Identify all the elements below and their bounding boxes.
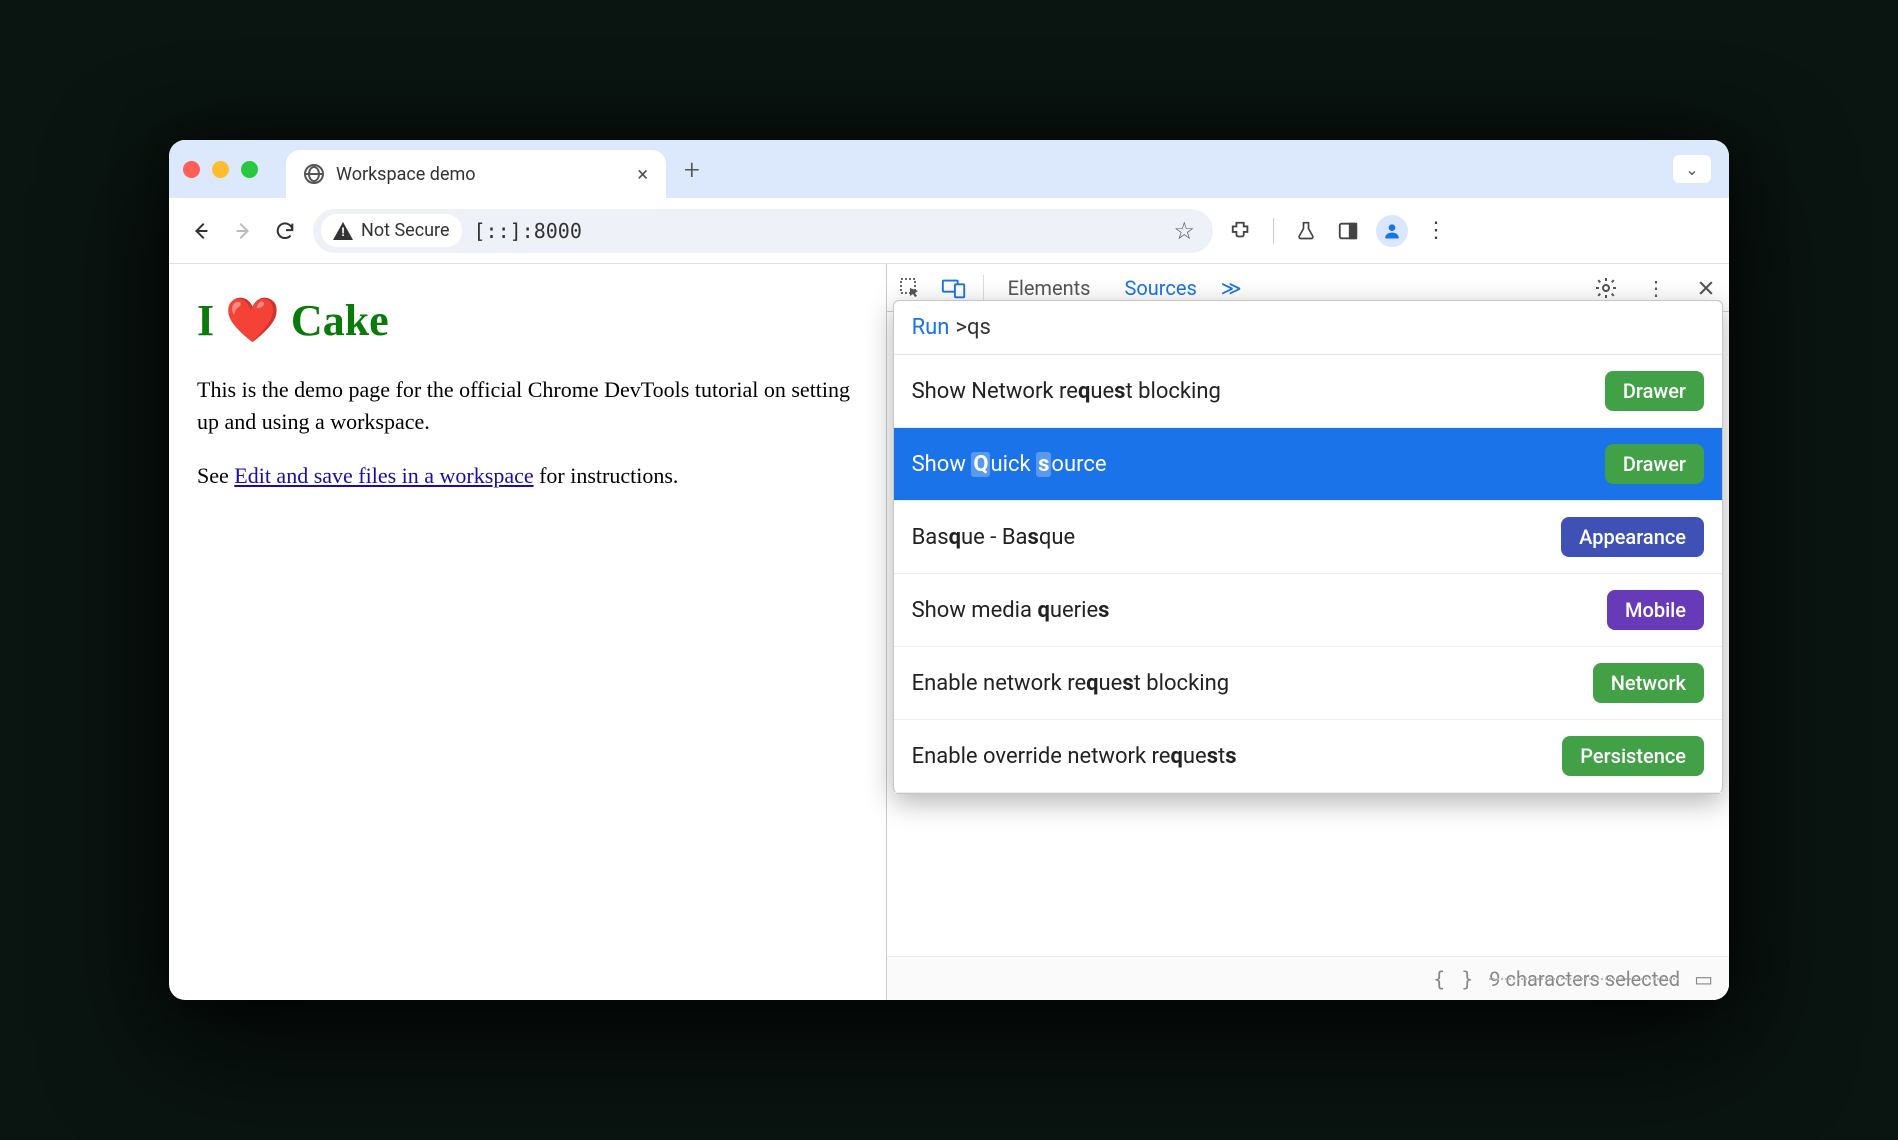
gear-icon[interactable] [1591, 273, 1621, 303]
heart-icon: ❤️ [225, 296, 280, 345]
browser-tab[interactable]: Workspace demo × [286, 150, 666, 198]
bookmark-star-icon[interactable]: ☆ [1173, 217, 1195, 245]
security-chip[interactable]: Not Secure [321, 214, 462, 247]
titlebar: Workspace demo × + ⌄ [169, 140, 1729, 198]
close-window-button[interactable] [183, 161, 200, 178]
command-item-badge: Drawer [1605, 371, 1704, 411]
globe-icon [304, 164, 324, 184]
command-menu: Run >qs Show Network request blockingDra… [893, 300, 1723, 794]
page-heading: I ❤️ Cake [197, 294, 858, 346]
address-bar: Not Secure [::]:8000 ☆ ⋮ [169, 198, 1729, 264]
command-item-label: Show Network request blocking [912, 379, 1605, 404]
page-paragraph: See Edit and save files in a workspace f… [197, 460, 858, 492]
chevron-down-icon: ⌄ [1685, 160, 1698, 179]
selection-icon: { } [1433, 967, 1475, 991]
command-item-badge: Drawer [1605, 444, 1704, 484]
command-input-row[interactable]: Run >qs [894, 301, 1722, 355]
command-item[interactable]: Enable override network requestsPersiste… [894, 720, 1722, 793]
workspace-link[interactable]: Edit and save files in a workspace [234, 463, 533, 488]
inspect-icon[interactable] [895, 273, 925, 303]
minimize-window-button[interactable] [212, 161, 229, 178]
heading-suffix: Cake [280, 296, 389, 345]
selection-status: 9 characters selected [1489, 967, 1680, 991]
labs-icon[interactable] [1292, 217, 1320, 245]
devtools-menu-icon[interactable]: ⋮ [1641, 273, 1671, 303]
close-tab-button[interactable]: × [637, 162, 648, 186]
command-item-label: Show Quick source [912, 452, 1605, 477]
forward-button[interactable] [229, 220, 257, 242]
command-item-label: Show media queries [912, 598, 1607, 623]
command-item-label: Basque - Basque [912, 525, 1562, 550]
command-item[interactable]: Show Network request blockingDrawer [894, 355, 1722, 428]
close-devtools-button[interactable] [1691, 273, 1721, 303]
command-item-badge: Persistence [1562, 736, 1704, 776]
reload-button[interactable] [271, 220, 299, 242]
divider [1273, 218, 1274, 244]
command-item-label: Enable network request blocking [912, 671, 1593, 696]
side-panel-icon[interactable] [1334, 217, 1362, 245]
content-area: I ❤️ Cake This is the demo page for the … [169, 264, 1729, 1000]
more-tabs-button[interactable]: ≫ [1221, 276, 1242, 300]
devtools-panel: Elements Sources ≫ ⋮ Run >qs [887, 264, 1729, 1000]
url-text: [::]:8000 [474, 219, 582, 243]
run-label: Run [912, 315, 950, 340]
command-item-badge: Appearance [1561, 517, 1704, 557]
page-viewport: I ❤️ Cake This is the demo page for the … [169, 264, 887, 1000]
command-item-badge: Mobile [1607, 590, 1704, 630]
warning-icon [333, 222, 353, 240]
security-label: Not Secure [361, 220, 450, 241]
command-item[interactable]: Basque - BasqueAppearance [894, 501, 1722, 574]
browser-window: Workspace demo × + ⌄ Not Secure [::]:800… [169, 140, 1729, 1000]
command-item-label: Enable override network requests [912, 744, 1563, 769]
tab-collapse-button[interactable]: ⌄ [1673, 155, 1711, 183]
command-item[interactable]: Enable network request blockingNetwork [894, 647, 1722, 720]
command-query: >qs [955, 315, 990, 340]
command-list: Show Network request blockingDrawerShow … [894, 355, 1722, 793]
traffic-lights [183, 161, 258, 178]
tab-title: Workspace demo [336, 164, 625, 185]
command-item-badge: Network [1593, 663, 1704, 703]
new-tab-button[interactable]: + [684, 153, 700, 186]
command-item[interactable]: Show media queriesMobile [894, 574, 1722, 647]
profile-avatar[interactable] [1376, 215, 1408, 247]
coverage-icon[interactable]: ▭ [1694, 967, 1713, 991]
back-button[interactable] [187, 220, 215, 242]
devtools-footer: { } 9 characters selected ▭ [887, 956, 1729, 1000]
kebab-menu-icon[interactable]: ⋮ [1422, 217, 1450, 245]
omnibox[interactable]: Not Secure [::]:8000 ☆ [313, 209, 1213, 253]
command-item[interactable]: Show Quick sourceDrawer [894, 428, 1722, 501]
text: See [197, 463, 234, 488]
tab-elements[interactable]: Elements [998, 276, 1101, 300]
zoom-window-button[interactable] [241, 161, 258, 178]
extensions-icon[interactable] [1227, 217, 1255, 245]
text: for instructions. [534, 463, 679, 488]
heading-prefix: I [197, 296, 225, 345]
device-toggle-icon[interactable] [939, 273, 969, 303]
page-paragraph: This is the demo page for the official C… [197, 374, 858, 438]
tab-sources[interactable]: Sources [1114, 276, 1206, 300]
